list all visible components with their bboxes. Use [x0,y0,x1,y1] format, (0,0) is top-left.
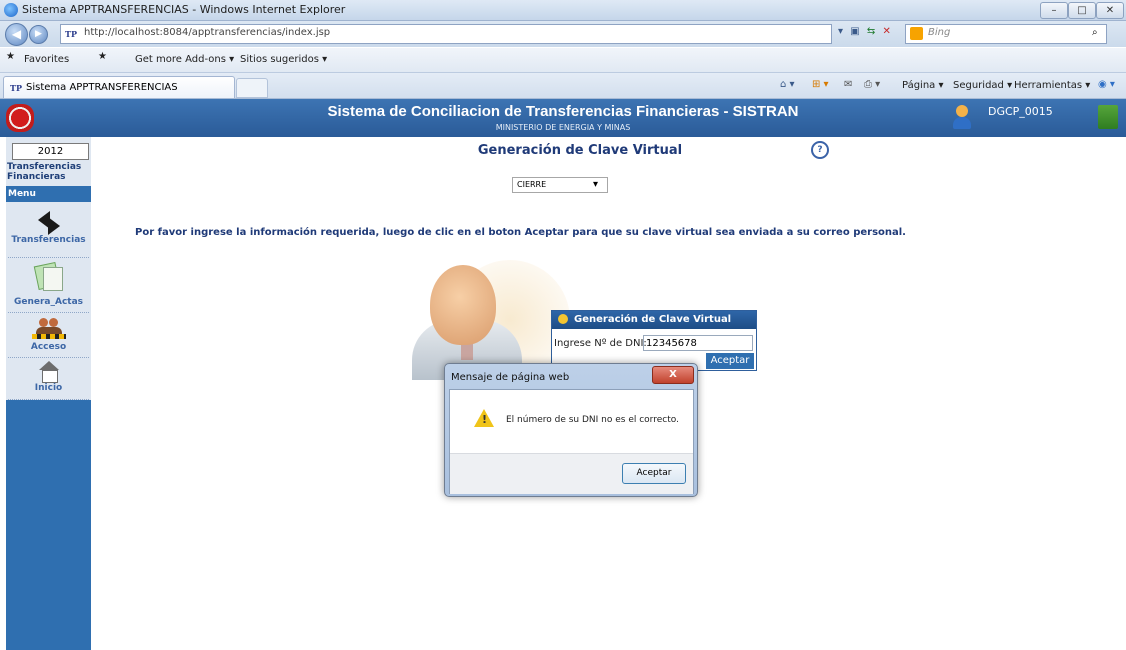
site-favicon: TP [65,29,77,39]
page-menu[interactable]: Página ▾ [902,80,944,91]
aceptar-button[interactable]: Aceptar [706,353,754,369]
message-dialog: Mensaje de página web X ! El número de s… [444,363,698,497]
sidebar-section-title: Transferencias Financieras [7,162,81,182]
user-body-icon [953,117,971,129]
dialog-title: Mensaje de página web [451,372,570,383]
dialog-close-button[interactable]: X [652,366,694,384]
search-box[interactable]: Bing ⌕ [905,24,1107,44]
feeds-icon[interactable]: ⊞ ▾ [812,79,829,90]
dropdown-arrow-icon[interactable]: ▾ [838,26,843,37]
dni-label: Ingrese Nº de DNI: [554,338,647,349]
sidebar-item-genera-actas[interactable]: Genera_Actas [6,261,91,307]
help-icon[interactable]: ? [811,141,829,159]
page-title: Generación de Clave Virtual [477,143,683,158]
forward-button[interactable]: ▶ [29,25,48,44]
sidebar-item-acceso[interactable]: Acceso [6,316,91,352]
user-icon [956,105,968,117]
mail-icon[interactable]: ✉ [844,79,852,90]
person-illustration-head [430,265,496,345]
window-title: Sistema APPTRANSFERENCIAS - Windows Inte… [22,3,346,16]
tools-menu[interactable]: Herramientas ▾ [1014,80,1090,91]
new-tab-button[interactable] [236,78,268,98]
clave-virtual-card: Generación de Clave Virtual Ingrese Nº d… [551,310,757,371]
select-value: CIERRE [517,180,547,189]
tab-title: Sistema APPTRANSFERENCIAS [26,82,178,93]
menu-header: Menu [6,186,91,202]
print-icon[interactable]: ⎙ ▾ [864,79,880,90]
dialog-ok-button[interactable]: Aceptar [622,463,686,484]
sidebar-section-title-line1: Transferencias [7,162,82,172]
tab-bar: TP Sistema APPTRANSFERENCIAS ⌂ ▾ ⊞ ▾ ✉ ⎙… [0,73,1126,99]
card-title: Generación de Clave Virtual [574,314,732,325]
close-window-button[interactable]: ✕ [1096,2,1124,19]
tab-favicon: TP [10,83,22,93]
security-menu[interactable]: Seguridad ▾ [953,80,1012,91]
command-bar: ⌂ ▾ ⊞ ▾ ✉ ⎙ ▾ Página ▾ Seguridad ▾ Herra… [780,79,1125,95]
key-icon [558,314,568,324]
minimize-button[interactable]: – [1040,2,1068,19]
sidebar-item-inicio[interactable]: Inicio [6,361,91,393]
help-menu-icon[interactable]: ◉ ▾ [1098,79,1115,90]
favorites-star-icon: ★ [6,51,15,62]
username: DGCP_0015 [988,105,1053,118]
divider [8,312,89,313]
refresh-icon[interactable]: ⇆ [867,26,875,37]
bing-icon [910,27,923,40]
back-button[interactable]: ◀ [5,23,28,46]
sidebar-item-transferencias[interactable]: Transferencias [6,207,91,245]
compatibility-icon[interactable]: ▣ [850,26,859,37]
tab-active[interactable]: TP Sistema APPTRANSFERENCIAS [3,76,235,98]
url-text[interactable]: http://localhost:8084/apptransferencias/… [84,27,330,38]
favorites-button[interactable]: Favorites [24,54,69,65]
menu-label: Menu [8,189,36,199]
sidebar-item-label: Inicio [34,383,63,393]
window-titlebar: Sistema APPTRANSFERENCIAS - Windows Inte… [0,0,1126,21]
users-key-icon [31,316,66,342]
chevron-down-icon: ▾ [593,179,599,190]
divider [8,357,89,358]
instructions-text: Por favor ingrese la información requeri… [135,227,906,238]
search-input[interactable]: Bing [928,27,950,38]
card-header: Generación de Clave Virtual [552,311,756,329]
suggested-sites-link[interactable]: Sitios sugeridos ▾ [240,54,327,65]
get-addons-link[interactable]: Get more Add-ons ▾ [135,54,234,65]
maximize-button[interactable]: □ [1068,2,1096,19]
documents-icon [33,261,64,292]
logout-icon[interactable] [1098,105,1118,129]
add-favorite-icon[interactable]: ★ [98,51,107,62]
address-bar[interactable]: TP http://localhost:8084/apptransferenci… [60,24,832,44]
divider [8,399,89,400]
ie-logo-icon [4,3,18,17]
address-actions: ▾ ▣ ⇆ ✕ [838,26,898,42]
sidebar-section-title-line2: Financieras [7,172,66,182]
search-icon[interactable]: ⌕ [1092,27,1098,38]
sidebar-item-label: Genera_Actas [13,297,84,307]
stop-icon[interactable]: ✕ [882,26,890,37]
dni-input[interactable]: 12345678 [643,335,753,351]
favorites-bar: ★ Favorites ★ Get more Add-ons ▾ Sitios … [0,48,1126,73]
dialog-body: ! El número de su DNI no es el correcto.… [449,389,694,494]
home-icon[interactable]: ⌂ ▾ [780,79,795,90]
warning-mark: ! [482,413,488,426]
address-toolbar: ◀ ▶ TP http://localhost:8084/apptransfer… [0,21,1126,47]
divider [8,257,89,258]
sidebar-item-label: Acceso [30,342,67,352]
dialog-message: El número de su DNI no es el correcto. [506,415,679,425]
process-select[interactable]: CIERRE ▾ [512,177,608,193]
home-icon [38,361,60,383]
app-header: Sistema de Conciliacion de Transferencia… [0,99,1126,137]
